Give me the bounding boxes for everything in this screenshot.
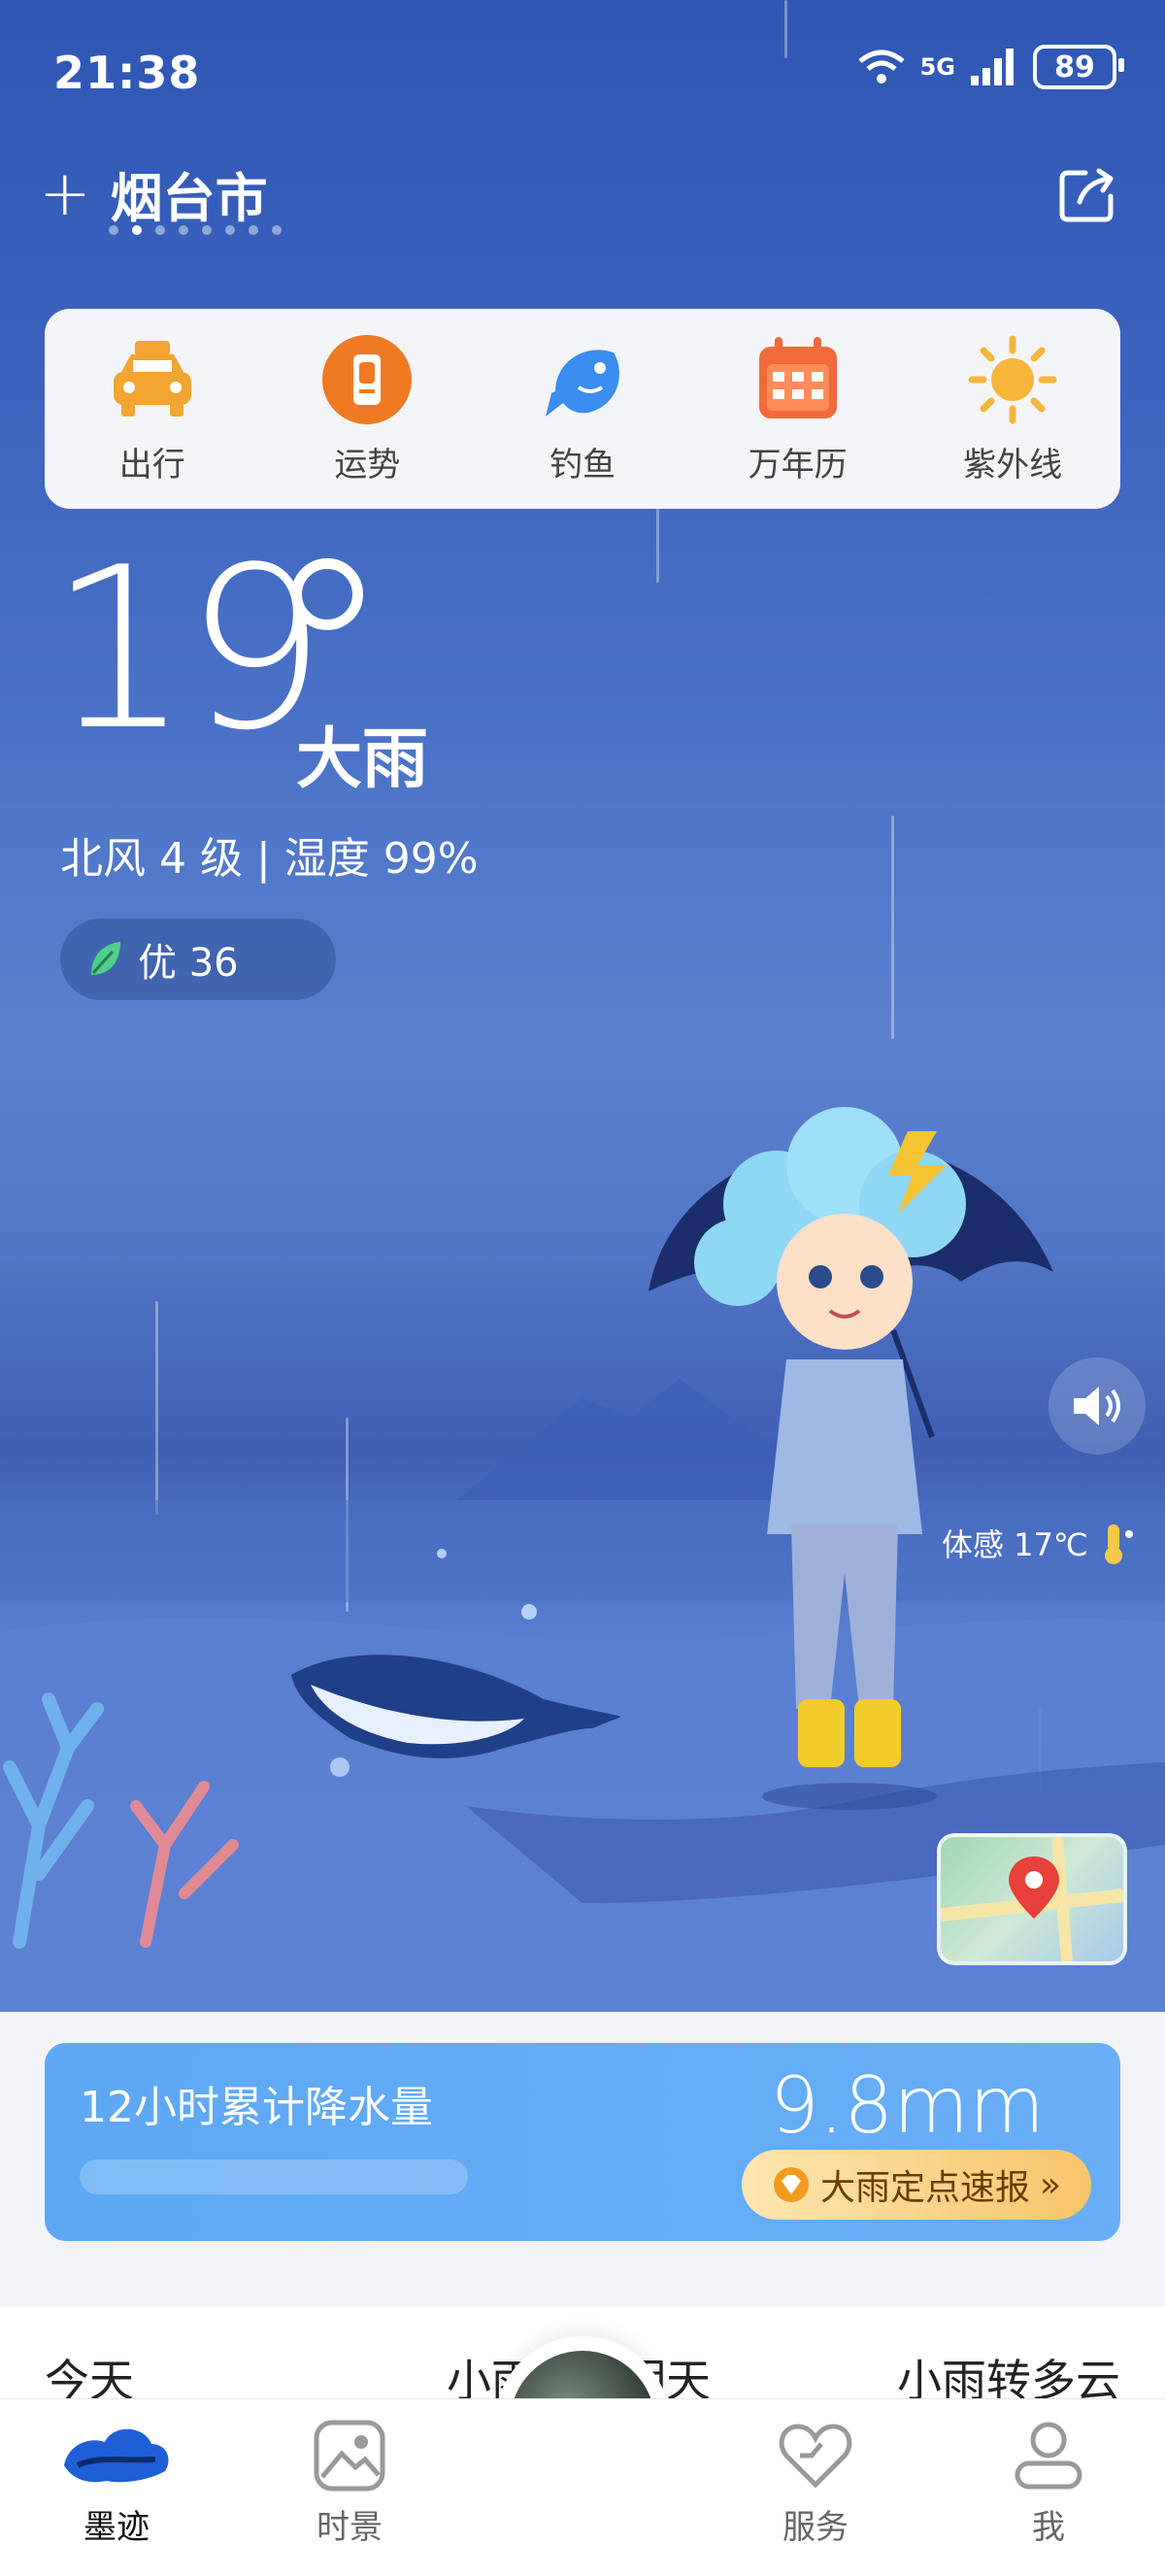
network-type: 5G <box>919 53 955 81</box>
profile-icon <box>1015 2422 1082 2490</box>
nav-item-photos[interactable]: 时景 <box>282 2417 417 2548</box>
shortcut-label: 钓鱼 <box>549 445 616 485</box>
shortcut-fishing[interactable]: 钓鱼 <box>495 333 670 485</box>
city-name[interactable]: 烟台市 <box>111 155 268 232</box>
battery-level: 89 <box>1054 50 1095 84</box>
precip-subtext-placeholder <box>80 2159 468 2194</box>
precip-title: 12小时累计降水量 <box>80 2083 433 2132</box>
map-pin-icon <box>941 1837 1123 1961</box>
page-dot <box>225 225 235 235</box>
chevron-right-icon: » <box>1039 2164 1062 2205</box>
page-dot-active <box>132 225 142 235</box>
fish-icon <box>536 333 629 426</box>
nav-item-me[interactable]: 我 <box>981 2417 1116 2548</box>
calendar-icon <box>751 333 845 426</box>
nav-label: 我 <box>1032 2508 1065 2547</box>
aqi-value: 优 36 <box>138 941 239 986</box>
report-button-label: 大雨定点速报 <box>819 2168 1030 2208</box>
shortcut-label: 万年历 <box>748 445 848 485</box>
shortcut-label: 运势 <box>334 445 401 485</box>
add-city-icon[interactable]: + <box>39 163 91 225</box>
sun-icon <box>966 333 1059 426</box>
feels-like: 体感 17℃ <box>942 1521 1135 1565</box>
page-dot <box>272 225 282 235</box>
city-selector[interactable]: + 烟台市 <box>39 155 268 232</box>
shortcut-travel[interactable]: 出行 <box>65 333 240 485</box>
wind-humidity: 北风 4 级 | 湿度 99% <box>60 834 479 884</box>
current-temperature: 19 <box>49 520 327 780</box>
page-dot <box>109 225 118 235</box>
page-indicator <box>109 225 282 235</box>
shortcut-uv[interactable]: 紫外线 <box>925 333 1100 485</box>
aqi-badge[interactable]: 优 36 <box>60 919 336 1000</box>
feels-like-text: 体感 17℃ <box>942 1526 1088 1563</box>
thermometer-icon <box>1104 1524 1133 1564</box>
diamond-badge-icon <box>773 2167 809 2202</box>
leaf-icon <box>91 942 120 975</box>
page-dot <box>179 225 188 235</box>
share-icon[interactable] <box>1056 163 1118 225</box>
taxi-icon <box>106 333 199 426</box>
map-thumbnail[interactable] <box>937 1833 1127 1965</box>
nav-item-moji[interactable]: 墨迹 <box>49 2417 184 2548</box>
precip-value: 9.8mm <box>769 2060 1045 2151</box>
shortcut-label: 紫外线 <box>963 445 1063 485</box>
signal-icon <box>971 49 1014 85</box>
fortune-icon <box>320 333 414 426</box>
voice-broadcast-button[interactable] <box>1048 1357 1146 1455</box>
shortcut-calendar[interactable]: 万年历 <box>711 333 885 485</box>
heavy-rain-report-button[interactable]: 大雨定点速报 » <box>742 2150 1091 2220</box>
bottom-nav: 墨迹 时景 服务 我 <box>0 2398 1165 2576</box>
service-heart-icon <box>779 2424 852 2489</box>
page-dot <box>249 225 258 235</box>
weather-hero: 21:38 5G 89 + 烟台市 出行 运势 钓鱼 万年历 紫外线 19 大雨… <box>0 0 1165 2012</box>
current-condition: 大雨 <box>296 721 429 798</box>
status-bar: 21:38 5G 89 <box>0 0 1165 146</box>
scene-illustration <box>0 1107 1165 2012</box>
battery-indicator: 89 <box>1033 45 1124 89</box>
degree-symbol <box>291 558 363 630</box>
nav-label: 墨迹 <box>83 2508 150 2547</box>
wifi-icon <box>858 50 905 84</box>
page-dot <box>155 225 165 235</box>
photo-icon <box>314 2420 385 2492</box>
nav-item-services[interactable]: 服务 <box>748 2417 883 2548</box>
nav-label: 服务 <box>782 2508 849 2547</box>
speaker-icon <box>1074 1387 1120 1425</box>
system-icons: 5G 89 <box>856 45 1124 89</box>
shortcut-label: 出行 <box>118 445 185 485</box>
precipitation-card[interactable]: 12小时累计降水量 9.8mm 大雨定点速报 » <box>45 2043 1120 2241</box>
shortcut-bar: 出行 运势 钓鱼 万年历 紫外线 <box>45 309 1120 509</box>
nav-label: 时景 <box>316 2508 383 2547</box>
shortcut-fortune[interactable]: 运势 <box>280 333 454 485</box>
moji-logo-icon <box>64 2428 169 2483</box>
status-time: 21:38 <box>53 47 201 99</box>
page-dot <box>202 225 212 235</box>
